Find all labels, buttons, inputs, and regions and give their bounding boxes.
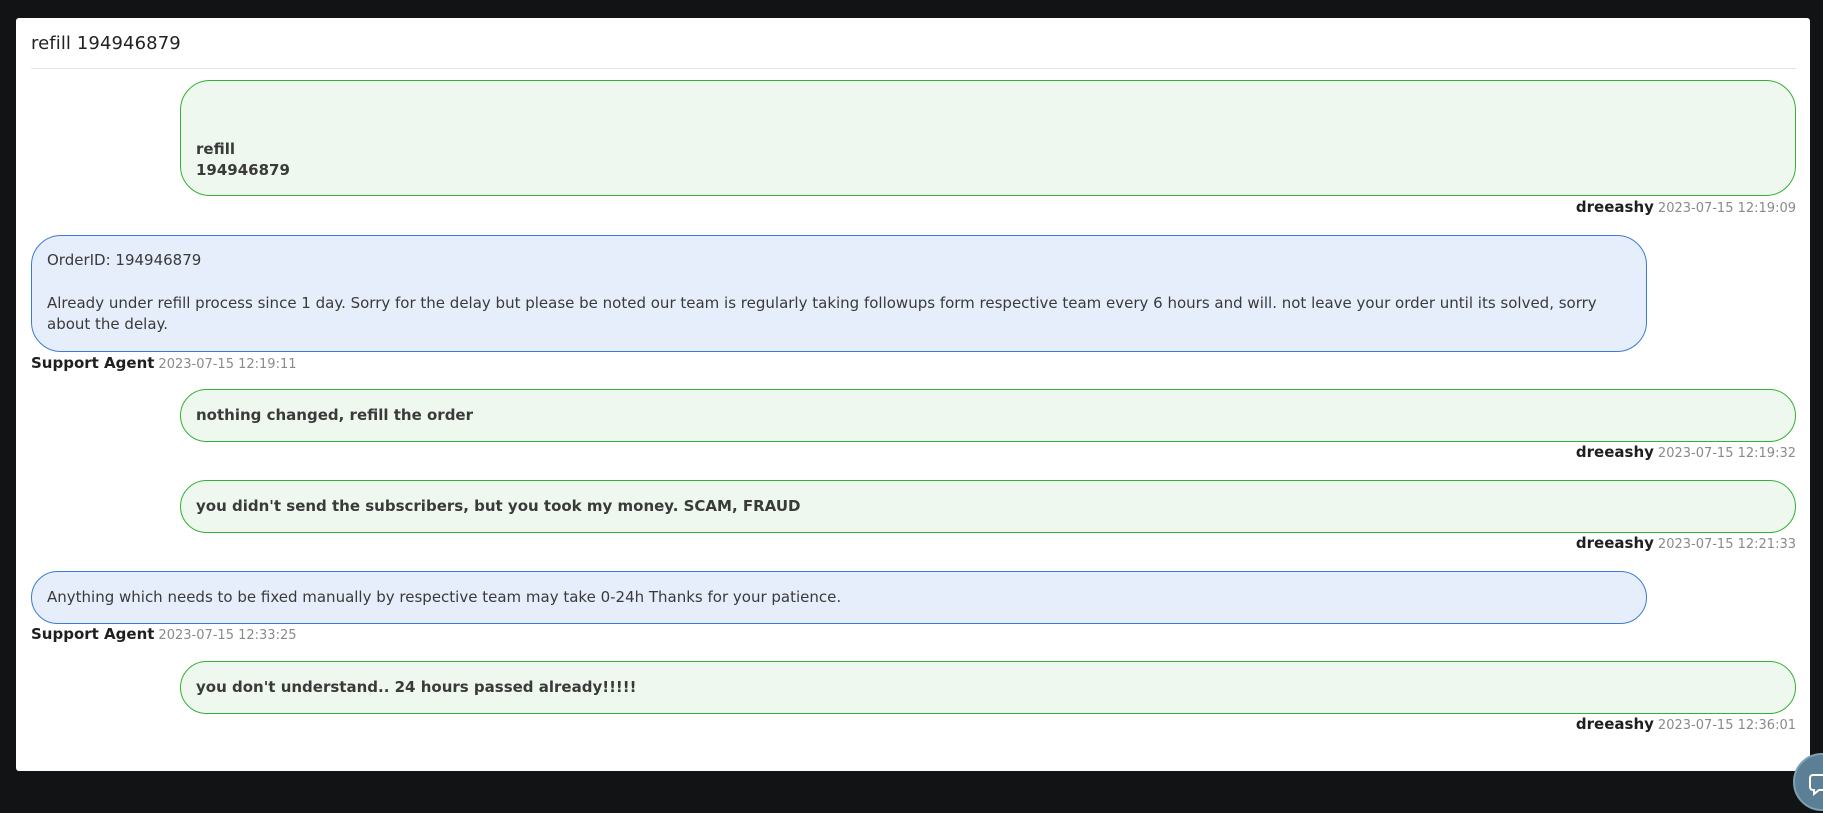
- message-author: dreeashy: [1575, 534, 1654, 552]
- ticket-card: refill 194946879 refill 194946879 dreeas…: [16, 18, 1810, 771]
- message-meta: Support Agent 2023-07-15 12:33:25: [31, 625, 297, 643]
- message-meta: Support Agent 2023-07-15 12:19:11: [31, 354, 297, 372]
- message-bubble-user: you don't understand.. 24 hours passed a…: [180, 661, 1796, 714]
- message-text: OrderID: 194946879: [47, 251, 202, 269]
- message-bubble-user: nothing changed, refill the order: [180, 389, 1796, 442]
- message-timestamp: 2023-07-15 12:21:33: [1657, 537, 1796, 552]
- message-timestamp: 2023-07-15 12:36:01: [1657, 718, 1796, 733]
- message-text: 194946879: [196, 161, 290, 179]
- message-author: dreeashy: [1575, 443, 1654, 461]
- message-timestamp: 2023-07-15 12:19:32: [1657, 446, 1796, 461]
- message-author: Support Agent: [31, 625, 155, 643]
- message-bubble-agent: OrderID: 194946879 Already under refill …: [31, 235, 1647, 352]
- message-bubble-user: you didn't send the subscribers, but you…: [180, 480, 1796, 533]
- title-divider: [31, 68, 1796, 69]
- message-meta: dreeashy 2023-07-15 12:36:01: [1576, 715, 1796, 733]
- message-author: dreeashy: [1575, 198, 1654, 216]
- message-meta: dreeashy 2023-07-15 12:21:33: [1576, 534, 1796, 552]
- message-author: Support Agent: [31, 354, 155, 372]
- message-author: dreeashy: [1575, 715, 1654, 733]
- message-text: you didn't send the subscribers, but you…: [196, 497, 801, 515]
- message-text: you don't understand.. 24 hours passed a…: [196, 678, 637, 696]
- message-bubble-agent: Anything which needs to be fixed manuall…: [31, 571, 1647, 624]
- message-meta: dreeashy 2023-07-15 12:19:32: [1576, 443, 1796, 461]
- message-text: nothing changed, refill the order: [196, 406, 474, 424]
- chat-bubble-icon: [1809, 774, 1823, 796]
- message-bubble-user: refill 194946879: [180, 80, 1796, 196]
- message-text: Anything which needs to be fixed manuall…: [47, 588, 842, 606]
- message-meta: dreeashy 2023-07-15 12:19:09: [1576, 198, 1796, 216]
- message-timestamp: 2023-07-15 12:19:09: [1657, 201, 1796, 216]
- message-timestamp: 2023-07-15 12:33:25: [158, 628, 297, 643]
- message-timestamp: 2023-07-15 12:19:11: [158, 357, 297, 372]
- ticket-title: refill 194946879: [31, 33, 181, 54]
- message-text: Already under refill process since 1 day…: [47, 294, 1597, 333]
- message-text: refill: [196, 140, 235, 158]
